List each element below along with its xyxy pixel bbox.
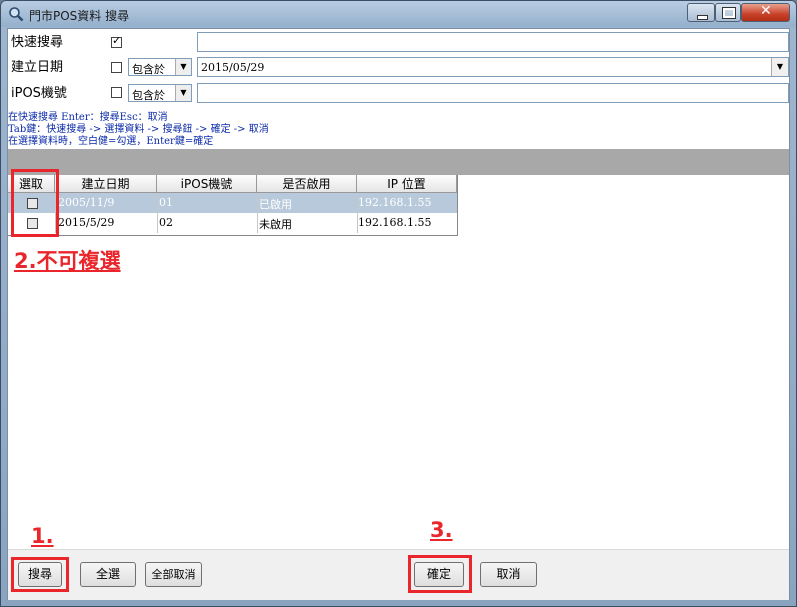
quick-search-input[interactable]: [197, 32, 789, 52]
annotation-step2: 2.不可複選: [14, 249, 121, 273]
minimize-button[interactable]: [687, 3, 715, 22]
create-date-input[interactable]: 2015/05/29 ▼: [197, 57, 789, 77]
ipos-label: iPOS機號: [11, 86, 67, 101]
table-row[interactable]: 2015/5/29 02 未啟用 192.168.1.55: [8, 213, 457, 233]
row-pos: 01: [159, 196, 173, 209]
row-pos: 02: [159, 216, 173, 229]
close-button[interactable]: ✕: [741, 3, 790, 22]
quick-search-label: 快速搜尋: [11, 35, 64, 50]
window-title: 門市POS資料 搜尋: [29, 9, 130, 23]
grid-toolbar: [8, 149, 789, 175]
row-enabled: 未啟用: [259, 218, 292, 231]
column-header[interactable]: IP 位置: [357, 175, 457, 193]
chevron-down-icon[interactable]: ▼: [771, 58, 788, 76]
row-ip: 192.168.1.55: [358, 216, 432, 229]
annotation-step1: 1.: [31, 524, 54, 548]
title-bar[interactable]: 門市POS資料 搜尋 ✕: [1, 1, 796, 27]
row-date: 2005/11/9: [58, 196, 115, 209]
annotation-box-confirm: [408, 555, 472, 593]
ipos-operator-select[interactable]: 包含於 ▼: [128, 84, 192, 102]
hint-line: 在選擇資料時，空白健=勾選，Enter鍵=確定: [8, 136, 214, 147]
row-date: 2015/5/29: [58, 216, 115, 229]
clear-all-button[interactable]: 全部取消: [145, 562, 202, 587]
column-header[interactable]: iPOS機號: [157, 175, 257, 193]
annotation-step3: 3.: [430, 518, 453, 542]
row-ip: 192.168.1.55: [358, 196, 432, 209]
create-date-operator-select[interactable]: 包含於 ▼: [128, 58, 192, 76]
create-date-label: 建立日期: [11, 60, 64, 75]
minimize-icon: [697, 15, 708, 20]
cancel-button[interactable]: 取消: [480, 562, 537, 587]
client-area: 快速搜尋 建立日期 包含於 ▼ 2015/05/29 ▼ iPOS機號 包含於 …: [7, 28, 790, 600]
table-row[interactable]: 2005/11/9 01 已啟用 192.168.1.55: [8, 193, 457, 213]
column-header[interactable]: 建立日期: [55, 175, 157, 193]
search-icon: [9, 7, 24, 22]
annotation-box-search: [11, 557, 69, 592]
close-icon: ✕: [760, 3, 772, 19]
row-enabled: 已啟用: [259, 198, 292, 211]
maximize-button[interactable]: [715, 3, 741, 22]
button-bar: 搜尋 全選 全部取消 確定 取消: [8, 549, 789, 600]
ipos-checkbox[interactable]: [111, 87, 122, 98]
ipos-input[interactable]: [197, 83, 789, 103]
chevron-down-icon: ▼: [175, 85, 191, 101]
create-date-checkbox[interactable]: [111, 62, 122, 73]
quick-search-checkbox[interactable]: [111, 34, 122, 48]
column-header[interactable]: 是否啟用: [257, 175, 357, 193]
annotation-box-select-column: [11, 169, 59, 237]
chevron-down-icon: ▼: [175, 59, 191, 75]
select-all-button[interactable]: 全選: [80, 562, 136, 587]
search-window: 門市POS資料 搜尋 ✕ 快速搜尋 建立日期 包含於 ▼ 2015/05/29 …: [0, 0, 797, 607]
results-grid: 選取 建立日期 iPOS機號 是否啟用 IP 位置 2005/11/9 01 已…: [8, 175, 458, 236]
maximize-icon: [722, 7, 736, 19]
